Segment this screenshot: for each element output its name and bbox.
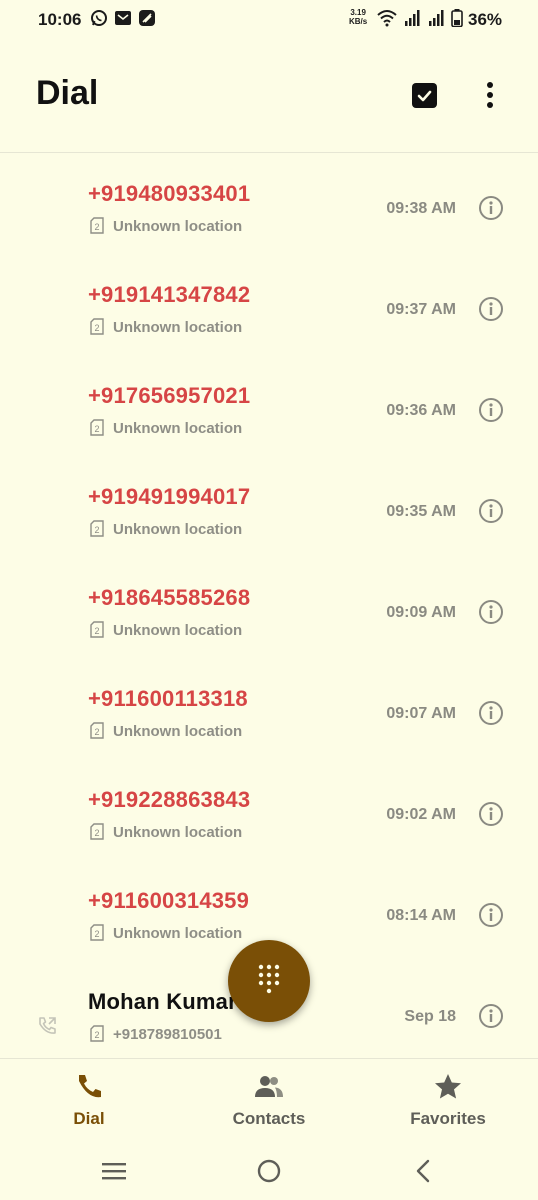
recent-apps-icon[interactable] bbox=[101, 1159, 127, 1183]
sim-number: 2 bbox=[94, 929, 99, 939]
call-log-row[interactable]: +919228863843 2 Unknown location 09:02 A… bbox=[0, 764, 538, 865]
app-bar: Dial bbox=[0, 60, 538, 153]
caller-number: +919141347842 bbox=[88, 282, 251, 307]
info-icon[interactable] bbox=[478, 801, 504, 827]
info-icon[interactable] bbox=[478, 599, 504, 625]
call-time: 09:38 AM bbox=[386, 200, 456, 217]
info-icon[interactable] bbox=[478, 498, 504, 524]
more-vert-icon bbox=[487, 82, 493, 108]
call-log-row[interactable]: +911600113318 2 Unknown location 09:07 A… bbox=[0, 663, 538, 764]
call-log-row[interactable]: +919141347842 2 Unknown location 09:37 A… bbox=[0, 259, 538, 360]
nav-favorites-label: Favorites bbox=[410, 1109, 486, 1128]
caller-location: Unknown location bbox=[113, 218, 243, 235]
call-log-row[interactable]: +919480933401 2 Unknown location 09:38 A… bbox=[0, 158, 538, 259]
call-time: 08:14 AM bbox=[386, 907, 456, 924]
caller-number: +919491994017 bbox=[88, 484, 251, 509]
signal-sim1-icon bbox=[405, 10, 420, 26]
more-options-button[interactable] bbox=[478, 80, 502, 110]
nav-favorites[interactable]: Favorites bbox=[378, 1059, 518, 1145]
sim-number: 2 bbox=[94, 424, 99, 434]
caller-location: Unknown location bbox=[113, 723, 243, 740]
call-time: 09:35 AM bbox=[386, 503, 456, 520]
sim-number: 2 bbox=[94, 222, 99, 232]
contact-name: Mohan Kumar bbox=[88, 989, 237, 1014]
sim2-icon: 2 bbox=[90, 924, 104, 941]
sim-number: 2 bbox=[94, 727, 99, 737]
call-log-row[interactable]: +918645585268 2 Unknown location 09:09 A… bbox=[0, 562, 538, 663]
nav-dial-label: Dial bbox=[73, 1109, 105, 1128]
phone-icon bbox=[79, 1075, 101, 1098]
status-time: 10:06 bbox=[38, 10, 82, 29]
dialpad-button[interactable] bbox=[228, 940, 310, 1022]
call-time: 09:37 AM bbox=[386, 301, 456, 318]
sim-number: 2 bbox=[94, 828, 99, 838]
call-log-row[interactable]: +917656957021 2 Unknown location 09:36 A… bbox=[0, 360, 538, 461]
app-notification-icon bbox=[139, 10, 155, 26]
sim2-icon: 2 bbox=[90, 217, 104, 234]
call-time: 09:07 AM bbox=[386, 705, 456, 722]
select-mode-button[interactable] bbox=[412, 83, 437, 108]
info-icon[interactable] bbox=[478, 902, 504, 928]
caller-location: Unknown location bbox=[113, 622, 243, 639]
caller-number: +917656957021 bbox=[88, 383, 251, 408]
info-icon[interactable] bbox=[478, 296, 504, 322]
battery-icon bbox=[451, 9, 463, 27]
caller-location: Unknown location bbox=[113, 925, 243, 942]
sim2-icon: 2 bbox=[90, 621, 104, 638]
nav-contacts[interactable]: Contacts bbox=[199, 1059, 339, 1145]
call-time: 09:36 AM bbox=[386, 402, 456, 419]
sim2-icon: 2 bbox=[90, 1025, 104, 1042]
caller-number: +911600314359 bbox=[88, 888, 250, 913]
network-speed: 3.19 KB/s bbox=[349, 8, 367, 26]
info-icon[interactable] bbox=[478, 700, 504, 726]
caller-number: +918645585268 bbox=[88, 585, 251, 610]
speed-value: 3.19 bbox=[350, 8, 366, 17]
sim-number: 2 bbox=[94, 1030, 99, 1040]
signal-sim2-icon bbox=[429, 10, 444, 26]
caller-number: +911600113318 bbox=[88, 686, 248, 711]
system-navigation-bar bbox=[0, 1144, 538, 1200]
contacts-icon bbox=[255, 1076, 283, 1097]
nav-dial[interactable]: Dial bbox=[19, 1059, 159, 1145]
caller-location: Unknown location bbox=[113, 824, 243, 841]
dialpad-icon bbox=[258, 964, 280, 994]
sim2-icon: 2 bbox=[90, 318, 104, 335]
sim-number: 2 bbox=[94, 626, 99, 636]
outgoing-call-icon bbox=[39, 1017, 56, 1034]
caller-location: Unknown location bbox=[113, 521, 243, 538]
page-title: Dial bbox=[36, 74, 99, 112]
caller-location: Unknown location bbox=[113, 319, 243, 336]
sim2-icon: 2 bbox=[90, 722, 104, 739]
info-icon[interactable] bbox=[478, 1003, 504, 1029]
mail-icon bbox=[115, 11, 131, 25]
contact-number: +918789810501 bbox=[113, 1026, 222, 1043]
nav-contacts-label: Contacts bbox=[232, 1109, 306, 1128]
call-time: Sep 18 bbox=[404, 1008, 456, 1025]
caller-number: +919480933401 bbox=[88, 181, 251, 206]
home-icon[interactable] bbox=[257, 1159, 281, 1183]
call-log-row[interactable]: +919491994017 2 Unknown location 09:35 A… bbox=[0, 461, 538, 562]
call-time: 09:02 AM bbox=[386, 806, 456, 823]
info-icon[interactable] bbox=[478, 195, 504, 221]
sim2-icon: 2 bbox=[90, 520, 104, 537]
status-bar: 10:06 3.19 KB/s 36% bbox=[0, 0, 538, 40]
call-time: 09:09 AM bbox=[386, 604, 456, 621]
speed-unit: KB/s bbox=[349, 17, 368, 26]
sim2-icon: 2 bbox=[90, 823, 104, 840]
checkbox-icon bbox=[417, 90, 432, 102]
sim-number: 2 bbox=[94, 525, 99, 535]
info-icon[interactable] bbox=[478, 397, 504, 423]
caller-location: Unknown location bbox=[113, 420, 243, 437]
star-icon bbox=[435, 1074, 461, 1099]
whatsapp-icon bbox=[91, 10, 107, 26]
wifi-icon bbox=[377, 10, 397, 27]
sim-number: 2 bbox=[94, 323, 99, 333]
battery-percent: 36% bbox=[468, 10, 503, 29]
bottom-navigation: Dial Contacts Favorites bbox=[0, 1058, 538, 1145]
back-icon[interactable] bbox=[413, 1159, 433, 1183]
caller-number: +919228863843 bbox=[88, 787, 251, 812]
sim2-icon: 2 bbox=[90, 419, 104, 436]
